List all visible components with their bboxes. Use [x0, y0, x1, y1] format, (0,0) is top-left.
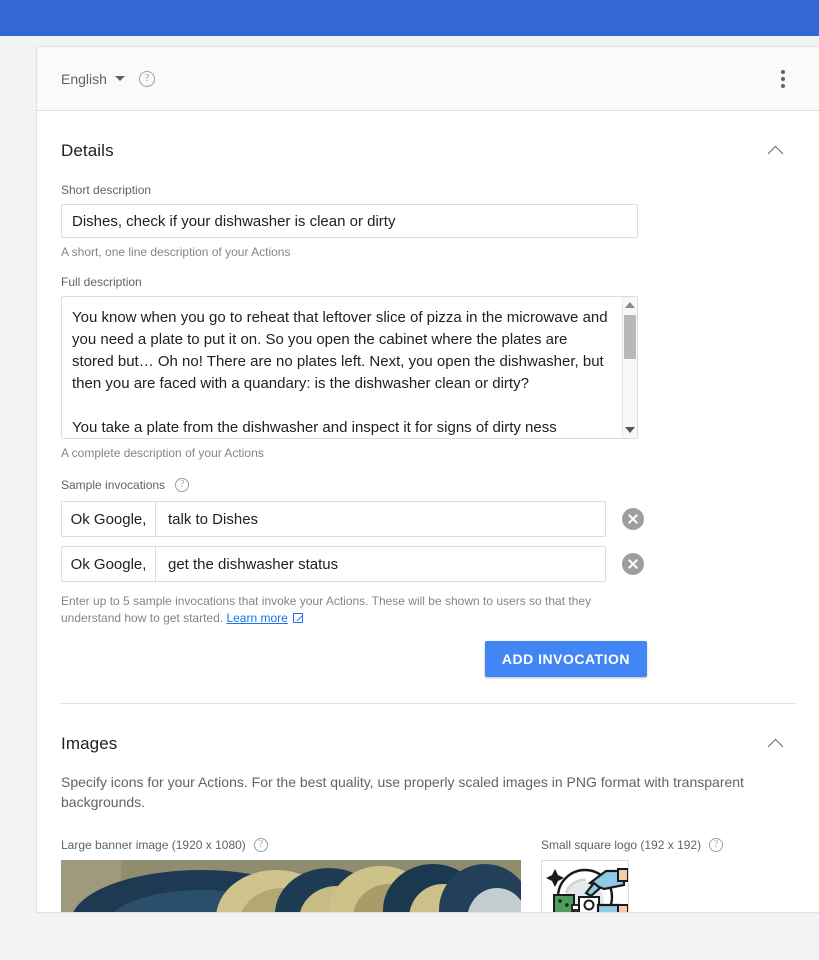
- images-title: Images: [61, 734, 118, 753]
- full-description-textarea[interactable]: You know when you go to reheat that left…: [61, 296, 638, 439]
- images-collapse-chevron-up-icon[interactable]: [767, 738, 784, 754]
- sample-invocations-label-row: Sample invocations ?: [61, 460, 795, 492]
- images-columns: Large banner image (1920 x 1080) ? Small…: [61, 838, 795, 912]
- logo-label: Small square logo (192 x 192): [541, 838, 702, 852]
- full-description-label: Full description: [61, 275, 142, 289]
- sample-invocations-label: Sample invocations: [61, 478, 166, 492]
- short-description-field: Short description A short, one line desc…: [61, 167, 795, 259]
- sample-invocations-hint-text: Enter up to 5 sample invocations that in…: [61, 594, 592, 625]
- full-description-hint: A complete description of your Actions: [61, 446, 264, 460]
- invocation-row: Ok Google,: [61, 546, 795, 582]
- logo-image-thumbnail[interactable]: [541, 860, 629, 912]
- short-description-label: Short description: [61, 183, 152, 197]
- invocation-row: Ok Google,: [61, 501, 795, 537]
- full-description-field: Full description You know when you go to…: [61, 259, 795, 460]
- app-root: English ? Details Short description Dish…: [0, 0, 819, 960]
- learn-more-link[interactable]: Learn more: [226, 611, 287, 625]
- hand-cleaning-plate-logo: [542, 861, 628, 912]
- invocation-delete-close-circle-icon[interactable]: [622, 553, 644, 575]
- top-app-bar: [0, 0, 819, 36]
- sample-invocations-help-icon[interactable]: ?: [175, 478, 190, 492]
- scrollbar-thumb[interactable]: [624, 315, 636, 359]
- full-description-scrollbar[interactable]: [622, 297, 637, 438]
- chevron-down-icon: [114, 76, 125, 81]
- scroll-down-arrow-icon[interactable]: [625, 427, 635, 433]
- kebab-menu-icon[interactable]: [777, 66, 789, 92]
- logo-help-icon[interactable]: ?: [709, 838, 724, 852]
- full-description-text[interactable]: You know when you go to reheat that left…: [62, 297, 622, 438]
- banner-label: Large banner image (1920 x 1080): [61, 838, 246, 852]
- details-section: Details Short description A short, one l…: [37, 111, 819, 704]
- banner-label-row: Large banner image (1920 x 1080) ?: [61, 838, 541, 852]
- logo-label-row: Small square logo (192 x 192) ?: [541, 838, 741, 852]
- logo-column: Small square logo (192 x 192) ?: [541, 838, 741, 912]
- details-collapse-chevron-up-icon[interactable]: [767, 145, 784, 161]
- invocation-input-group[interactable]: Ok Google,: [61, 501, 606, 537]
- details-section-header[interactable]: Details: [61, 111, 795, 167]
- banner-help-icon[interactable]: ?: [253, 838, 268, 852]
- images-section: Images Specify icons for your Actions. F…: [37, 704, 819, 912]
- invocation-input[interactable]: [156, 547, 605, 581]
- content-card: English ? Details Short description Dish…: [36, 46, 819, 913]
- page-background: English ? Details Short description Dish…: [0, 36, 819, 960]
- invocation-prefix: Ok Google,: [62, 502, 156, 536]
- external-link-icon[interactable]: [292, 613, 303, 623]
- stacked-plates-photo: [61, 860, 521, 912]
- short-description-input[interactable]: [61, 204, 638, 238]
- add-invocation-row: ADD INVOCATION: [61, 627, 795, 677]
- invocation-prefix: Ok Google,: [62, 547, 156, 581]
- details-title: Details: [61, 141, 114, 160]
- invocation-delete-close-circle-icon[interactable]: [622, 508, 644, 530]
- banner-image-thumbnail[interactable]: [61, 860, 521, 912]
- invocation-input[interactable]: [156, 502, 605, 536]
- kebab-dot: [781, 69, 785, 74]
- kebab-dot: [781, 83, 785, 88]
- full-description-paragraph-2: You take a plate from the dishwasher and…: [72, 419, 557, 436]
- kebab-dot: [781, 76, 785, 81]
- full-description-paragraph-1: You know when you go to reheat that left…: [72, 309, 608, 392]
- language-help-icon[interactable]: ?: [138, 70, 155, 87]
- invocation-input-group[interactable]: Ok Google,: [61, 546, 606, 582]
- add-invocation-button[interactable]: ADD INVOCATION: [484, 641, 647, 677]
- scroll-up-arrow-icon[interactable]: [625, 302, 635, 308]
- language-selector[interactable]: English: [61, 71, 125, 87]
- images-description: Specify icons for your Actions. For the …: [61, 774, 744, 810]
- language-label: English: [61, 70, 107, 87]
- sample-invocations-hint: Enter up to 5 sample invocations that in…: [61, 593, 601, 627]
- images-section-header[interactable]: Images: [61, 704, 795, 760]
- card-header: English ?: [37, 47, 819, 111]
- short-description-hint: A short, one line description of your Ac…: [61, 245, 291, 259]
- banner-column: Large banner image (1920 x 1080) ?: [61, 838, 541, 912]
